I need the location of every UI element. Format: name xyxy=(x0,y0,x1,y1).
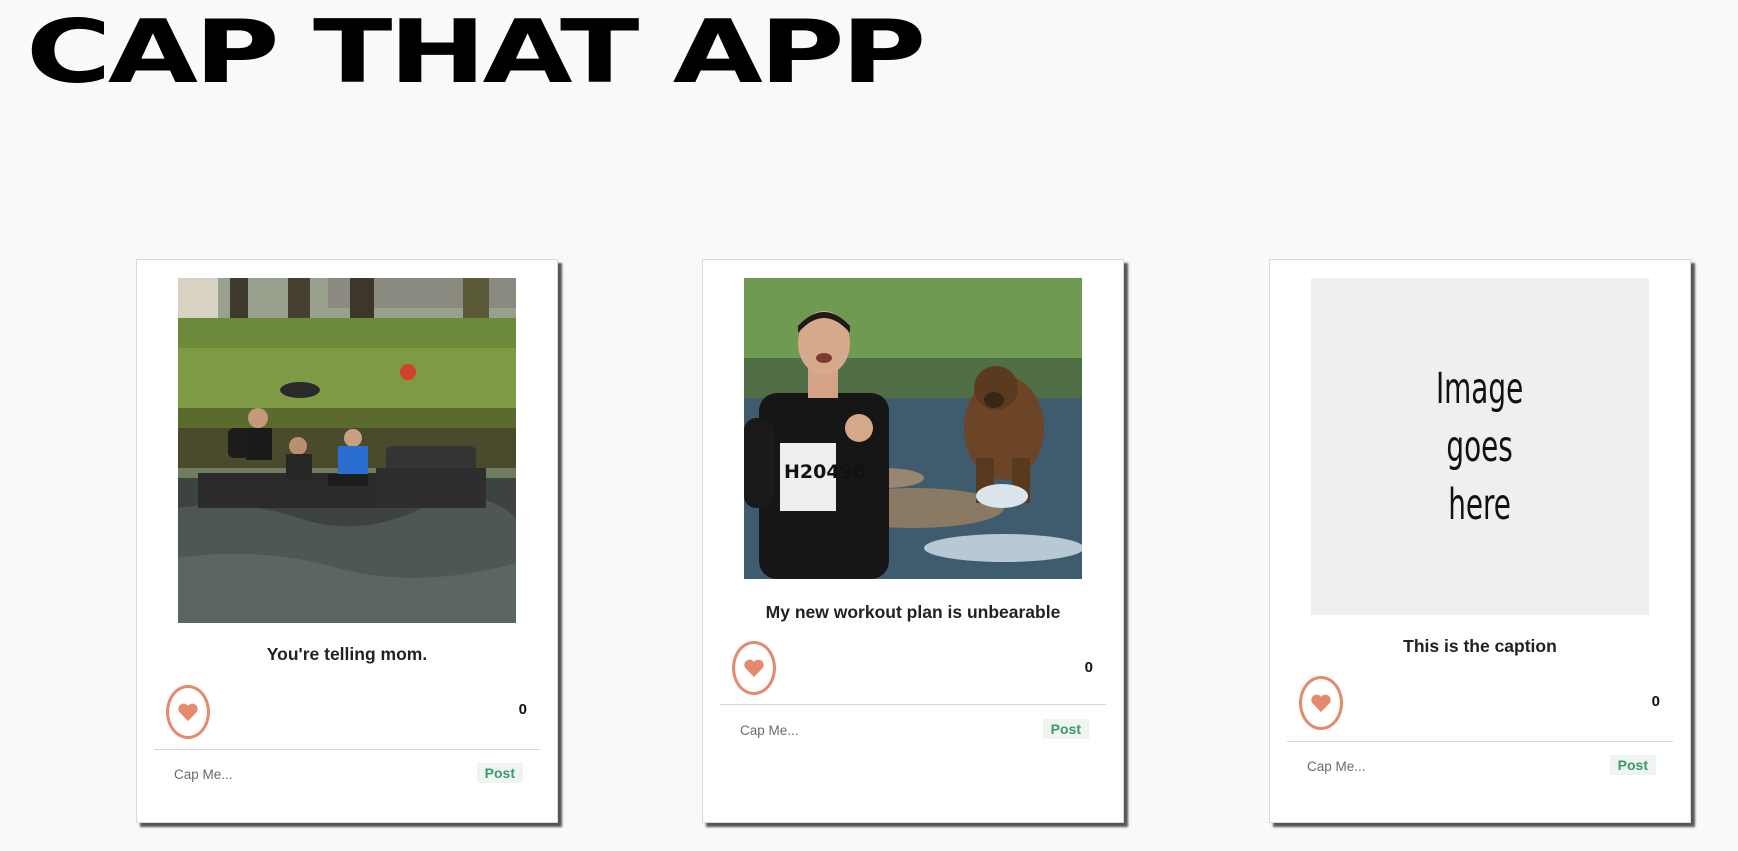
card-caption: You're telling mom. xyxy=(266,644,428,664)
caption-input[interactable] xyxy=(174,763,424,785)
couch-river-photo xyxy=(178,278,516,623)
caption-card: H20496 My new workout plan is unbearable… xyxy=(702,259,1124,823)
card-divider xyxy=(1287,741,1673,742)
card-image xyxy=(178,278,516,623)
svg-text:H20496: H20496 xyxy=(784,461,866,483)
card-divider xyxy=(720,704,1106,705)
like-count: 0 xyxy=(1651,693,1660,710)
heart-icon xyxy=(1311,694,1331,713)
like-count: 0 xyxy=(518,701,527,718)
card-caption: This is the caption xyxy=(1403,636,1557,656)
caption-card: You're telling mom. 0 Post xyxy=(136,259,558,823)
card-divider xyxy=(154,749,540,750)
like-count: 0 xyxy=(1084,659,1093,676)
caption-card: Image goes here This is the caption 0 Po… xyxy=(1269,259,1691,823)
image-placeholder: Image goes here xyxy=(1311,278,1649,615)
heart-icon xyxy=(744,659,764,678)
like-button[interactable] xyxy=(166,685,210,739)
placeholder-text: Image goes here xyxy=(1436,363,1524,530)
heart-icon xyxy=(178,703,198,722)
like-button[interactable] xyxy=(1299,676,1343,730)
caption-input[interactable] xyxy=(1307,755,1557,777)
card-image: H20496 xyxy=(744,278,1082,579)
post-button[interactable]: Post xyxy=(476,763,523,783)
post-button[interactable]: Post xyxy=(1609,755,1656,775)
runner-bear-photo: H20496 xyxy=(744,278,1082,579)
card-caption: My new workout plan is unbearable xyxy=(765,602,1061,622)
caption-input[interactable] xyxy=(740,719,990,741)
app-title: CAP THAT APP xyxy=(26,0,926,103)
post-button[interactable]: Post xyxy=(1042,719,1089,739)
like-button[interactable] xyxy=(732,641,776,695)
